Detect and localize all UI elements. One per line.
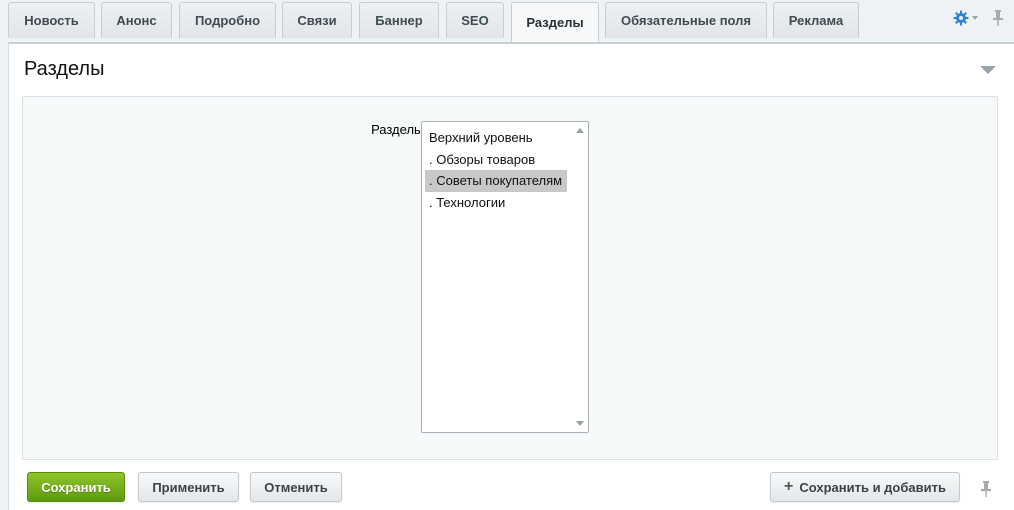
scrollbar[interactable] <box>571 122 588 432</box>
tab-seo[interactable]: SEO <box>446 2 504 38</box>
sections-panel: Разделы Разделы: Верхний уровень . Обзор… <box>8 42 1014 510</box>
tab-banner[interactable]: Баннер <box>359 2 439 38</box>
plus-icon: + <box>784 478 794 495</box>
chevron-down-icon[interactable] <box>980 66 996 74</box>
chevron-down-icon <box>972 16 978 20</box>
pin-icon[interactable] <box>992 9 1004 27</box>
sections-listbox[interactable]: Верхний уровень . Обзоры товаров . Совет… <box>421 121 589 433</box>
tab-details[interactable]: Подробно <box>179 2 276 38</box>
scroll-up-arrow-icon[interactable] <box>576 128 584 133</box>
gear-icon <box>953 10 969 26</box>
tab-announce[interactable]: Анонс <box>101 2 172 38</box>
tabs-bar: Новость Анонс Подробно Связи Баннер SEO … <box>0 0 1014 42</box>
sections-field-label: Разделы: <box>371 122 427 137</box>
save-and-add-button[interactable]: + Сохранить и добавить <box>770 472 960 502</box>
cancel-button[interactable]: Отменить <box>250 472 342 502</box>
tab-links[interactable]: Связи <box>282 2 352 38</box>
tabs-tools <box>953 8 1004 28</box>
tab-news[interactable]: Новость <box>8 2 95 38</box>
pin-icon[interactable] <box>980 480 992 498</box>
scroll-down-arrow-icon[interactable] <box>576 421 584 426</box>
tab-sections[interactable]: Разделы <box>511 2 599 42</box>
panel-title: Разделы <box>24 58 105 80</box>
list-items: Верхний уровень . Обзоры товаров . Совет… <box>425 127 567 213</box>
content-box: Разделы: Верхний уровень . Обзоры товаро… <box>22 96 998 460</box>
list-item[interactable]: . Технологии <box>425 192 567 214</box>
save-button[interactable]: Сохранить <box>27 472 125 502</box>
apply-button[interactable]: Применить <box>138 472 239 502</box>
list-item[interactable]: . Обзоры товаров <box>425 149 567 171</box>
tab-required-fields[interactable]: Обязательные поля <box>605 2 767 38</box>
settings-menu[interactable] <box>953 10 978 26</box>
list-item-selected[interactable]: . Советы покупателям <box>425 170 567 192</box>
save-and-add-label: Сохранить и добавить <box>799 479 946 495</box>
tab-advertising[interactable]: Реклама <box>773 2 859 38</box>
list-item[interactable]: Верхний уровень <box>425 127 567 149</box>
